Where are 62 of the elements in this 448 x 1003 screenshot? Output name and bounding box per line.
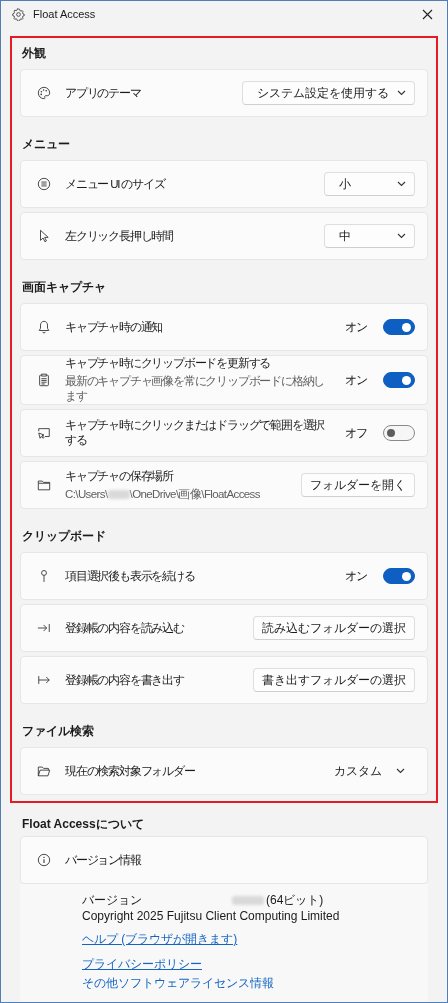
- settings-icon: [12, 7, 25, 21]
- setting-label: キャプチャ時の通知: [65, 319, 164, 335]
- copyright-text: Copyright 2025 Fujitsu Client Computing Limited: [82, 909, 341, 923]
- toggle-switch[interactable]: [383, 425, 415, 441]
- path-text: \OneDrive\画像\FloatAccess: [129, 486, 260, 502]
- link[interactable]: プライバシーポリシー: [82, 956, 202, 973]
- folder-icon: [37, 764, 51, 778]
- toggle-switch[interactable]: [383, 372, 415, 388]
- toggle-switch[interactable]: [383, 319, 415, 335]
- dropdown[interactable]: 中: [324, 224, 415, 248]
- menu-icon: [37, 177, 51, 191]
- chevron-icon: [397, 181, 406, 187]
- chevron-icon: [397, 90, 406, 96]
- setting-label: 現在の検索対象フォルダー: [65, 763, 196, 779]
- setting-label: メニュー UI のサイズ: [65, 176, 166, 192]
- blurred-patch: [107, 489, 130, 499]
- setting-label: 項目選択後も表示を続ける: [65, 568, 196, 584]
- section-heading: ファイル検索: [21, 723, 95, 740]
- action-button[interactable]: 読み込むフォルダーの選択: [253, 616, 415, 640]
- path-text: C:\Users\: [65, 488, 108, 500]
- section-heading: 画面キャプチャ: [21, 279, 107, 296]
- link[interactable]: ヘルプ (ブラウザが開きます): [82, 931, 238, 948]
- dropdown[interactable]: 小: [324, 172, 415, 196]
- action-button[interactable]: フォルダーを開く: [301, 473, 415, 497]
- cursor-icon: [37, 229, 51, 243]
- selection-icon: [37, 426, 51, 440]
- action-button[interactable]: 書き出すフォルダーの選択: [253, 668, 415, 692]
- setting-label: 登録帳の内容を書き出す: [65, 672, 185, 688]
- toggle-switch[interactable]: [383, 568, 415, 584]
- section-heading: メニュー: [21, 136, 71, 153]
- section-heading: 外観: [21, 45, 47, 62]
- section-heading: Float Accessについて: [21, 816, 145, 833]
- toggle-state-label: オン: [345, 568, 367, 584]
- close-icon: [422, 8, 433, 20]
- link[interactable]: その他ソフトウェアライセンス情報: [82, 975, 274, 992]
- window-title: Float Access: [33, 8, 97, 20]
- dropdown[interactable]: カスタム: [320, 759, 415, 783]
- blurred-patch: [232, 896, 264, 905]
- section-heading: クリップボード: [21, 528, 107, 545]
- setting-label: 左クリック長押し時間: [65, 228, 174, 244]
- dropdown[interactable]: システム設定を使用する: [242, 81, 415, 105]
- clipboard-icon: [37, 373, 51, 387]
- setting-description: 最新のキャプチャ画像を常にクリップボードに格納します: [65, 374, 326, 404]
- import-icon: [37, 621, 51, 635]
- setting-label: バージョン情報: [65, 852, 142, 868]
- version-label: バージョン: [82, 892, 142, 909]
- export-icon: [37, 673, 51, 687]
- chevron-icon: [396, 768, 405, 774]
- setting-label: キャプチャ時にクリックまたはドラッグで範囲を選択する: [65, 418, 326, 448]
- version-suffix: (64ビット): [266, 892, 324, 909]
- palette-icon: [37, 86, 51, 100]
- setting-label: 登録帳の内容を読み込む: [65, 620, 185, 636]
- folder-icon: [37, 478, 51, 492]
- setting-label: キャプチャ時にクリップボードを更新する: [65, 356, 272, 371]
- info-icon: [37, 853, 51, 867]
- toggle-state-label: オフ: [345, 425, 367, 441]
- setting-label: アプリのテーマ: [65, 85, 142, 101]
- setting-label: キャプチャの保存場所: [65, 468, 175, 484]
- toggle-state-label: オン: [345, 319, 367, 335]
- chevron-icon: [397, 233, 406, 239]
- bell-icon: [37, 320, 51, 334]
- toggle-state-label: オン: [345, 372, 367, 388]
